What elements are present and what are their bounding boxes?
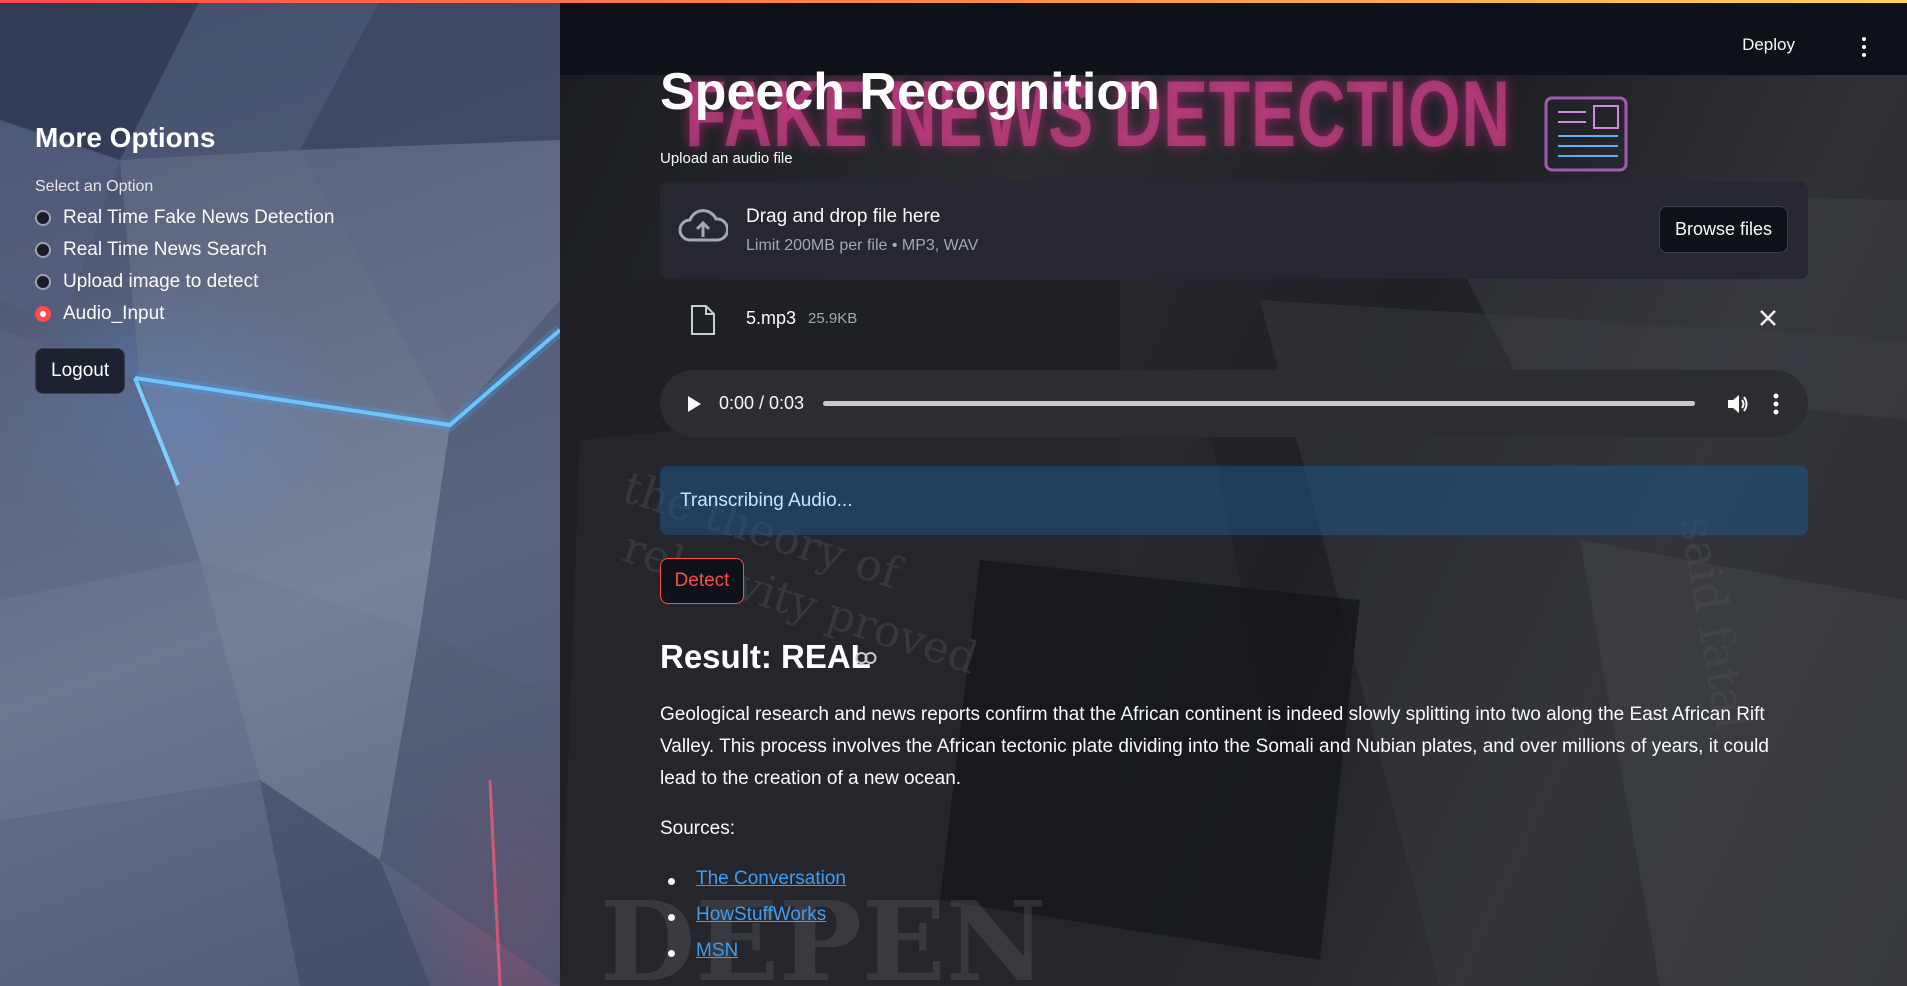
radio-label: Audio_Input [63, 303, 165, 324]
radio-real-time-news-search[interactable]: Real Time News Search [35, 234, 334, 266]
uploader-label: Upload an audio file [660, 150, 793, 167]
file-icon [691, 305, 715, 335]
radio-label: Real Time Fake News Detection [63, 207, 335, 228]
close-icon[interactable] [1758, 308, 1778, 328]
list-item: The Conversation [660, 868, 846, 904]
kebab-menu-icon[interactable] [1855, 37, 1873, 57]
audio-player: 0:00 / 0:03 [660, 370, 1808, 437]
file-dropzone[interactable]: Drag and drop file here Limit 200MB per … [660, 182, 1808, 279]
radio-upload-image-to-detect[interactable]: Upload image to detect [35, 266, 334, 298]
sources-list: The Conversation HowStuffWorks MSN [660, 868, 846, 976]
top-decoration-bar [0, 0, 1907, 3]
file-size: 25.9KB [808, 310, 858, 327]
file-name: 5.mp3 [746, 308, 797, 328]
uploaded-file-row: 5.mp3 25.9KB [660, 300, 1808, 340]
dropzone-limit-text: Limit 200MB per file • MP3, WAV [746, 237, 979, 254]
source-link-the-conversation[interactable]: The Conversation [696, 868, 846, 889]
cloud-upload-icon [678, 209, 728, 242]
radio-circle-selected[interactable] [35, 306, 51, 322]
radio-label: Real Time News Search [63, 239, 267, 260]
volume-icon[interactable] [1726, 392, 1750, 416]
browse-files-button[interactable]: Browse files [1658, 206, 1788, 253]
radio-real-time-fake-news-detection[interactable]: Real Time Fake News Detection [35, 202, 334, 234]
audio-time: 0:00 / 0:03 [719, 393, 805, 413]
audio-seek-bar[interactable] [823, 401, 1695, 406]
sidebar: More Options Select an Option Real Time … [0, 0, 560, 986]
deploy-button[interactable]: Deploy [1742, 35, 1795, 55]
anchor-link-icon[interactable] [855, 651, 877, 665]
sidebar-title: More Options [35, 122, 216, 153]
source-link-msn[interactable]: MSN [696, 940, 738, 961]
dropzone-instruction: Drag and drop file here [746, 206, 941, 227]
radio-circle[interactable] [35, 210, 51, 226]
more-options-icon[interactable] [1772, 392, 1780, 416]
result-explanation: Geological research and news reports con… [660, 704, 1769, 789]
newspaper-icon [1544, 96, 1628, 172]
list-item: MSN [660, 940, 846, 976]
logout-button[interactable]: Logout [35, 348, 126, 394]
radio-audio-input[interactable]: Audio_Input [35, 298, 334, 330]
result-heading: Result: REAL [660, 638, 871, 675]
option-group-label: Select an Option [35, 178, 154, 195]
sources-label: Sources: [660, 818, 735, 839]
info-alert: Transcribing Audio... [660, 466, 1808, 535]
radio-circle[interactable] [35, 242, 51, 258]
source-link-howstuffworks[interactable]: HowStuffWorks [696, 904, 826, 925]
detect-button[interactable]: Detect [660, 558, 744, 604]
info-alert-text: Transcribing Audio... [680, 490, 853, 511]
list-item: HowStuffWorks [660, 904, 846, 940]
page-title: Speech Recognition [660, 63, 1160, 121]
play-icon[interactable] [686, 395, 702, 413]
radio-circle[interactable] [35, 274, 51, 290]
radio-label: Upload image to detect [63, 271, 259, 292]
